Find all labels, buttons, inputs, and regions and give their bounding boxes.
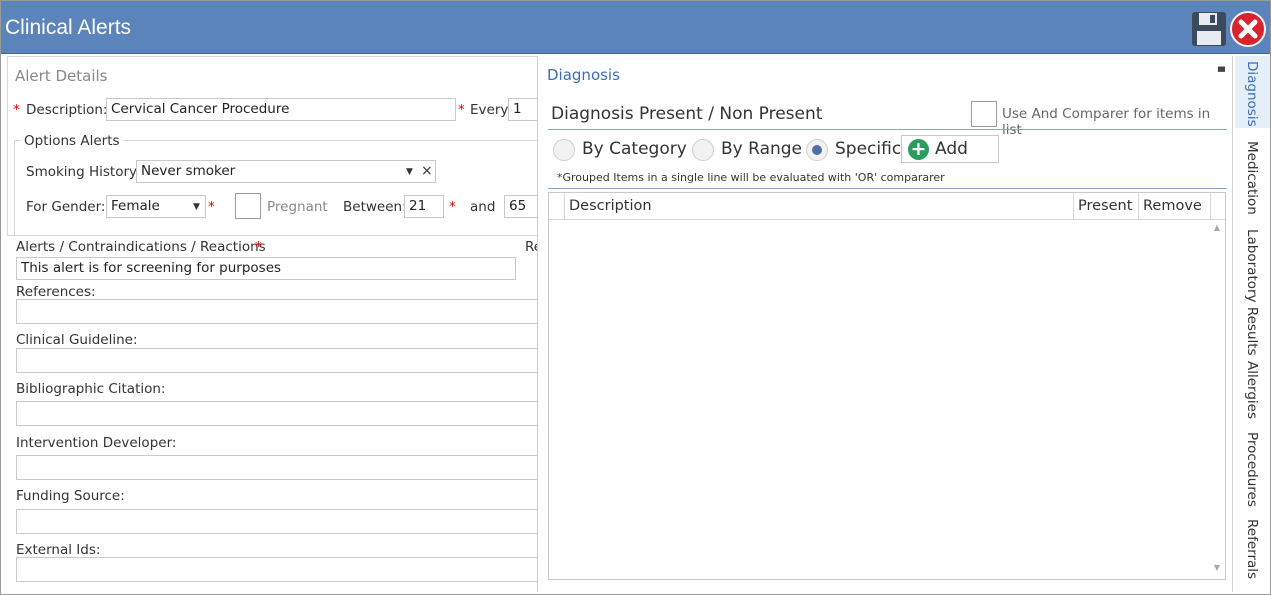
intervention-developer-input[interactable] bbox=[16, 455, 537, 480]
age-from-input[interactable]: 21 bbox=[404, 195, 444, 218]
funding-source-label: Funding Source: bbox=[16, 488, 125, 504]
add-label: Add bbox=[935, 139, 968, 159]
required-mark: * bbox=[449, 199, 456, 215]
radio-label: By Range bbox=[721, 139, 803, 159]
clinical-guideline-input[interactable] bbox=[16, 348, 537, 373]
divider bbox=[548, 129, 1227, 130]
radio-label: By Category bbox=[582, 139, 687, 159]
pin-icon[interactable]: ▀ bbox=[1218, 68, 1225, 78]
vertical-tabs: Diagnosis Medication Laboratory Results … bbox=[1235, 56, 1270, 592]
plus-icon: + bbox=[908, 139, 929, 160]
required-mark: * bbox=[208, 199, 215, 215]
gender-label: For Gender: bbox=[26, 199, 106, 215]
options-alerts-group: Options Alerts Smoking History: Never sm… bbox=[14, 133, 537, 236]
external-ids-input[interactable] bbox=[16, 557, 537, 582]
alert-details-box: Alert Details * Description: Cervical Ca… bbox=[7, 56, 537, 236]
alerts-label: Alerts / Contraindications / Reactions bbox=[16, 239, 266, 255]
every-input[interactable]: 1 bbox=[508, 98, 537, 121]
save-button[interactable] bbox=[1191, 11, 1227, 47]
radio-circle bbox=[692, 139, 714, 161]
divider bbox=[548, 188, 1227, 189]
tab-laboratory-results[interactable]: Laboratory Results bbox=[1235, 224, 1270, 356]
scroll-down-icon[interactable]: ▼ bbox=[1210, 563, 1224, 575]
age-to-input[interactable]: 65 bbox=[504, 195, 537, 218]
use-and-comparer-checkbox[interactable] bbox=[971, 101, 997, 127]
required-mark: * bbox=[458, 102, 465, 118]
tab-label: Allergies bbox=[1244, 361, 1260, 420]
floppy-disk-icon bbox=[1192, 12, 1226, 46]
diagnosis-subtitle: Diagnosis Present / Non Present bbox=[551, 104, 823, 124]
diagnosis-panel: Diagnosis ▀ Diagnosis Present / Non Pres… bbox=[537, 56, 1233, 592]
tab-label: Procedures bbox=[1244, 432, 1260, 507]
grid-header: Description Present Remove bbox=[549, 193, 1225, 220]
clear-icon[interactable]: × bbox=[421, 163, 433, 179]
and-label: and bbox=[470, 199, 496, 215]
add-button[interactable]: + Add bbox=[901, 135, 999, 163]
references-label: References: bbox=[16, 284, 96, 300]
close-icon bbox=[1230, 11, 1266, 47]
smoking-history-select[interactable]: Never smoker bbox=[136, 160, 436, 183]
bibliographic-citation-input[interactable] bbox=[16, 401, 537, 426]
tab-label: Referrals bbox=[1244, 519, 1260, 580]
pregnant-checkbox[interactable] bbox=[235, 193, 261, 219]
column-present[interactable]: Present bbox=[1073, 193, 1138, 219]
tab-diagnosis[interactable]: Diagnosis bbox=[1235, 56, 1270, 128]
column-spacer bbox=[1210, 193, 1225, 219]
title-bar: Clinical Alerts bbox=[1, 1, 1270, 54]
references-input[interactable] bbox=[16, 299, 537, 324]
tab-label: Laboratory Results bbox=[1244, 229, 1260, 356]
description-input[interactable]: Cervical Cancer Procedure bbox=[106, 98, 456, 121]
every-label: Every: bbox=[470, 102, 512, 118]
between-label: Between: bbox=[343, 199, 407, 215]
tab-medication[interactable]: Medication bbox=[1235, 136, 1270, 216]
clinical-alerts-window: Clinical Alerts Alert Details * Descript… bbox=[0, 0, 1271, 595]
close-button[interactable] bbox=[1230, 11, 1266, 47]
column-remove[interactable]: Remove bbox=[1138, 193, 1210, 219]
options-alerts-title: Options Alerts bbox=[21, 133, 123, 149]
tab-label: Medication bbox=[1244, 141, 1260, 215]
grouping-note: *Grouped Items in a single line will be … bbox=[557, 171, 945, 184]
smoking-history-label: Smoking History: bbox=[26, 164, 141, 180]
tab-referrals[interactable]: Referrals bbox=[1235, 514, 1270, 584]
radio-circle bbox=[553, 139, 575, 161]
description-label: Description: bbox=[26, 102, 108, 118]
alerts-input[interactable]: This alert is for screening for purposes bbox=[16, 257, 516, 280]
alert-details-title: Alert Details bbox=[15, 67, 108, 85]
tab-procedures[interactable]: Procedures bbox=[1235, 427, 1270, 507]
external-ids-label: External Ids: bbox=[16, 542, 101, 558]
chevron-down-icon[interactable]: ▼ bbox=[406, 167, 413, 177]
required-mark: * bbox=[255, 239, 262, 255]
scroll-up-icon[interactable]: ▲ bbox=[1210, 223, 1224, 235]
reactions-label-cut: Re bbox=[525, 239, 537, 255]
clinical-guideline-label: Clinical Guideline: bbox=[16, 332, 138, 348]
chevron-down-icon[interactable]: ▼ bbox=[193, 202, 200, 212]
diagnosis-grid: Description Present Remove ▲ ▼ bbox=[548, 192, 1226, 580]
use-and-comparer-label: Use And Comparer for items in list bbox=[1002, 106, 1211, 138]
intervention-developer-label: Intervention Developer: bbox=[16, 435, 177, 451]
gender-select[interactable]: Female bbox=[106, 195, 206, 218]
tab-allergies[interactable]: Allergies bbox=[1235, 356, 1270, 421]
diagnosis-title: Diagnosis bbox=[547, 66, 620, 84]
pregnant-label: Pregnant bbox=[267, 199, 328, 215]
window-title: Clinical Alerts bbox=[5, 16, 132, 39]
radio-label: Specific bbox=[835, 139, 902, 159]
alert-details-panel: Alert Details * Description: Cervical Ca… bbox=[7, 56, 537, 592]
tab-label: Diagnosis bbox=[1244, 61, 1260, 127]
funding-source-input[interactable] bbox=[16, 509, 537, 534]
column-description[interactable]: Description bbox=[564, 193, 1073, 219]
bibliographic-citation-label: Bibliographic Citation: bbox=[16, 381, 166, 397]
radio-circle bbox=[806, 139, 828, 161]
required-mark: * bbox=[13, 102, 20, 118]
